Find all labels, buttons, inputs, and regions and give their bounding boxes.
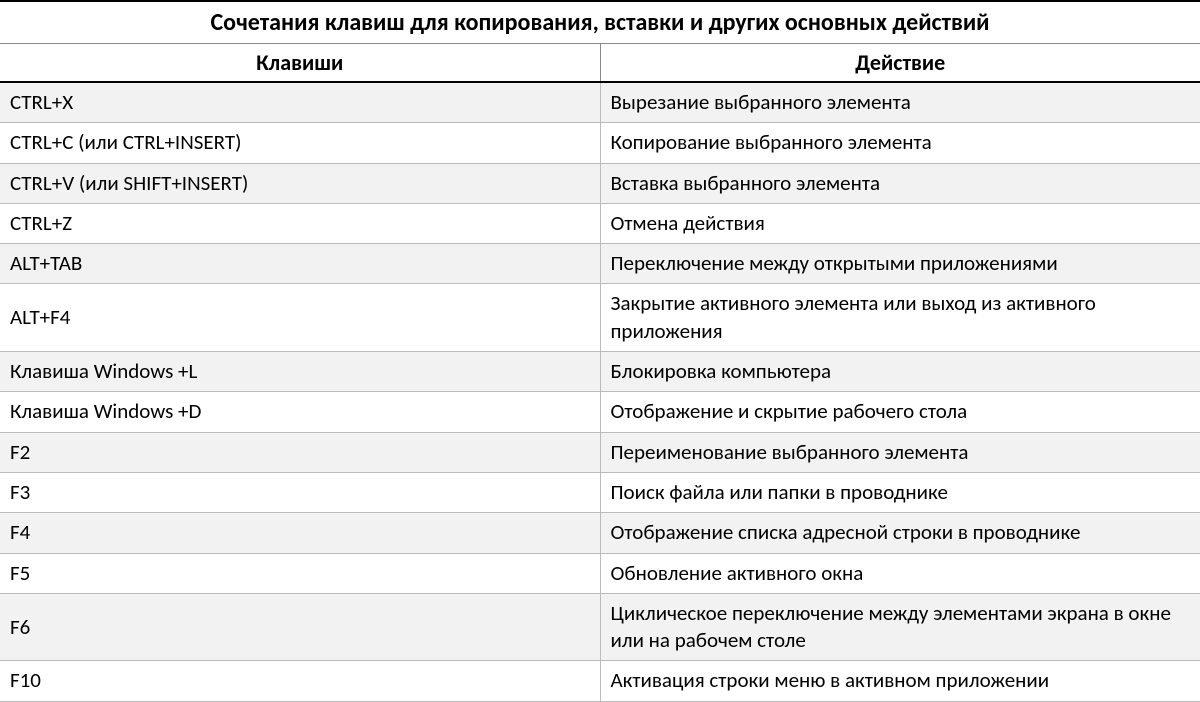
table-row: ALT+TABПереключение между открытыми прил… xyxy=(0,244,1200,284)
cell-action: Обновление активного окна xyxy=(600,553,1200,593)
cell-keys: CTRL+V (или SHIFT+INSERT) xyxy=(0,163,600,203)
table-row: F2Переименование выбранного элемента xyxy=(0,432,1200,472)
table-row: ALT+F4Закрытие активного элемента или вы… xyxy=(0,284,1200,352)
table-row: F3Поиск файла или папки в проводнике xyxy=(0,472,1200,512)
table-row: CTRL+ZОтмена действия xyxy=(0,203,1200,243)
table-row: Клавиша Windows +LБлокировка компьютера xyxy=(0,352,1200,392)
column-header-keys: Клавиши xyxy=(0,44,600,83)
cell-action: Поиск файла или папки в проводнике xyxy=(600,472,1200,512)
cell-action: Блокировка компьютера xyxy=(600,352,1200,392)
cell-action: Активация строки меню в активном приложе… xyxy=(600,661,1200,701)
table-title: Сочетания клавиш для копирования, вставк… xyxy=(0,1,1200,44)
cell-keys: ALT+F4 xyxy=(0,284,600,352)
shortcuts-table: Сочетания клавиш для копирования, вставк… xyxy=(0,0,1200,702)
table-row: F10Активация строки меню в активном прил… xyxy=(0,661,1200,701)
table-row: CTRL+XВырезание выбранного элемента xyxy=(0,82,1200,123)
cell-keys: F6 xyxy=(0,593,600,661)
cell-action: Закрытие активного элемента или выход из… xyxy=(600,284,1200,352)
cell-keys: F4 xyxy=(0,513,600,553)
table-row: F6Циклическое переключение между элемент… xyxy=(0,593,1200,661)
table-row: Клавиша Windows +DОтображение и скрытие … xyxy=(0,392,1200,432)
cell-keys: ALT+TAB xyxy=(0,244,600,284)
table-row: F4Отображение списка адресной строки в п… xyxy=(0,513,1200,553)
table-row: CTRL+V (или SHIFT+INSERT)Вставка выбранн… xyxy=(0,163,1200,203)
cell-keys: F10 xyxy=(0,661,600,701)
cell-action: Вставка выбранного элемента xyxy=(600,163,1200,203)
cell-keys: F5 xyxy=(0,553,600,593)
cell-action: Переименование выбранного элемента xyxy=(600,432,1200,472)
cell-keys: Клавиша Windows +D xyxy=(0,392,600,432)
cell-keys: CTRL+X xyxy=(0,82,600,123)
table-row: CTRL+C (или CTRL+INSERT)Копирование выбр… xyxy=(0,123,1200,163)
cell-keys: F2 xyxy=(0,432,600,472)
cell-keys: CTRL+C (или CTRL+INSERT) xyxy=(0,123,600,163)
cell-keys: CTRL+Z xyxy=(0,203,600,243)
cell-action: Переключение между открытыми приложениям… xyxy=(600,244,1200,284)
cell-keys: F3 xyxy=(0,472,600,512)
cell-keys: Клавиша Windows +L xyxy=(0,352,600,392)
cell-action: Отмена действия xyxy=(600,203,1200,243)
cell-action: Копирование выбранного элемента xyxy=(600,123,1200,163)
cell-action: Отображение списка адресной строки в про… xyxy=(600,513,1200,553)
cell-action: Циклическое переключение между элементам… xyxy=(600,593,1200,661)
cell-action: Отображение и скрытие рабочего стола xyxy=(600,392,1200,432)
table-row: F5Обновление активного окна xyxy=(0,553,1200,593)
column-header-action: Действие xyxy=(600,44,1200,83)
cell-action: Вырезание выбранного элемента xyxy=(600,82,1200,123)
